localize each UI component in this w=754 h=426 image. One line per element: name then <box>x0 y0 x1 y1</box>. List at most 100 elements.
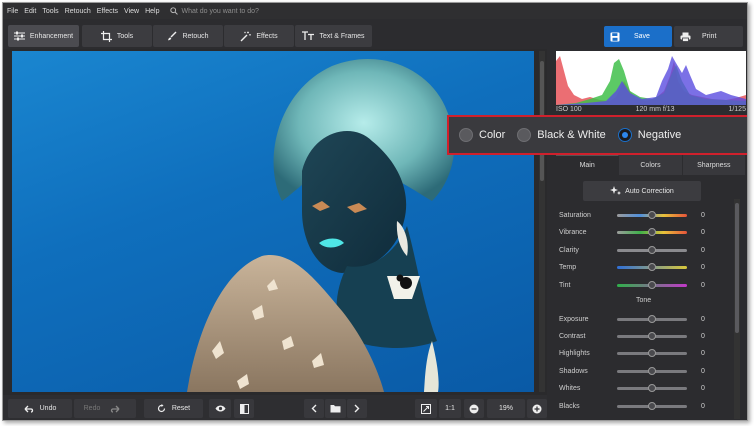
previous-image-button[interactable] <box>304 399 324 418</box>
panel-scrollbar[interactable] <box>734 199 740 419</box>
slider-handle[interactable] <box>648 228 656 236</box>
redo-button[interactable]: Redo <box>74 399 136 418</box>
folder-icon <box>330 405 341 413</box>
slider-handle[interactable] <box>648 263 656 271</box>
slider-handle[interactable] <box>648 366 656 375</box>
menu-help[interactable]: Help <box>145 8 159 15</box>
reset-button[interactable]: Reset <box>144 399 203 418</box>
next-image-button[interactable] <box>347 399 367 418</box>
save-button[interactable]: Save <box>604 26 672 47</box>
slider-vibrance[interactable]: Vibrance 0 <box>559 228 739 238</box>
reset-label: Reset <box>171 405 191 412</box>
undo-icon <box>24 405 33 413</box>
slider-handle[interactable] <box>648 280 656 289</box>
slider-value: 0 <box>701 264 705 271</box>
compare-button[interactable] <box>234 399 254 418</box>
slider-contrast[interactable]: Contrast 0 <box>559 331 739 341</box>
auto-correction-label: Auto Correction <box>625 187 674 195</box>
tab-enhancement[interactable]: Enhancement <box>8 25 79 47</box>
slider-handle[interactable] <box>648 314 656 323</box>
slider-track[interactable] <box>617 331 687 340</box>
auto-correction-button[interactable]: Auto Correction <box>583 181 701 201</box>
slider-track[interactable] <box>617 366 687 375</box>
mode-color-option[interactable]: Color <box>459 128 505 142</box>
slider-handle[interactable] <box>648 384 656 393</box>
slider-track[interactable] <box>617 245 687 254</box>
slider-shadows[interactable]: Shadows 0 <box>559 366 739 376</box>
slider-highlights[interactable]: Highlights 0 <box>559 349 739 359</box>
sliders-icon <box>13 31 25 41</box>
tab-colors[interactable]: Colors <box>619 155 683 175</box>
slider-tint[interactable]: Tint 0 <box>559 280 739 290</box>
slider-track[interactable] <box>617 210 687 219</box>
slider-label: Clarity <box>559 246 579 254</box>
slider-temp[interactable]: Temp 0 <box>559 263 739 273</box>
slider-track[interactable] <box>617 349 687 358</box>
zoom-level-field[interactable]: 19% <box>487 399 525 418</box>
tab-retouch[interactable]: Retouch <box>153 25 223 47</box>
slider-clarity[interactable]: Clarity 0 <box>559 245 739 255</box>
slider-track[interactable] <box>617 401 687 410</box>
search-placeholder: What do you want to do? <box>181 7 259 15</box>
slider-handle[interactable] <box>648 349 656 358</box>
mode-black-white-label: Black & White <box>537 129 606 141</box>
menu-effects[interactable]: Effects <box>97 8 118 15</box>
fit-to-screen-button[interactable] <box>415 399 437 418</box>
canvas-area[interactable] <box>3 49 547 395</box>
photo-canvas[interactable] <box>12 51 534 392</box>
mode-negative-radio[interactable] <box>617 128 632 142</box>
slider-track[interactable] <box>617 280 687 289</box>
mode-negative-option[interactable]: Negative <box>617 128 681 142</box>
chevron-left-icon <box>311 404 317 413</box>
slider-handle[interactable] <box>648 401 656 410</box>
tab-sharpness[interactable]: Sharpness <box>682 155 746 175</box>
panel-scrollbar-thumb[interactable] <box>735 203 739 333</box>
slider-label: Whites <box>559 385 581 393</box>
mode-color-radio[interactable] <box>459 128 473 142</box>
slider-handle[interactable] <box>648 245 656 254</box>
slider-track[interactable] <box>617 263 687 271</box>
tab-enhancement-label: Enhancement <box>29 32 74 40</box>
mode-black-white-option[interactable]: Black & White <box>517 128 606 142</box>
slider-track[interactable] <box>617 314 687 323</box>
canvas-vertical-scrollbar[interactable] <box>539 51 545 392</box>
menu-retouch[interactable]: Retouch <box>65 8 91 15</box>
zoom-in-button[interactable] <box>527 399 547 418</box>
slider-exposure[interactable]: Exposure 0 <box>559 314 739 324</box>
zoom-level-value: 19% <box>498 405 513 412</box>
slider-handle[interactable] <box>648 331 656 340</box>
menu-edit[interactable]: Edit <box>24 8 36 15</box>
slider-whites[interactable]: Whites 0 <box>559 384 739 394</box>
histogram <box>556 51 746 105</box>
actual-size-button[interactable]: 1:1 <box>439 399 461 418</box>
open-folder-button[interactable] <box>325 399 346 418</box>
slider-track[interactable] <box>617 228 687 236</box>
menu-file[interactable]: File <box>7 8 18 15</box>
tab-tools-label: Tools <box>116 32 134 40</box>
slider-handle[interactable] <box>648 210 656 219</box>
tab-text-frames[interactable]: Text & Frames <box>295 25 372 47</box>
printer-icon <box>680 32 691 42</box>
redo-label: Redo <box>83 405 101 412</box>
mode-black-white-radio[interactable] <box>517 128 532 142</box>
tab-tools[interactable]: Tools <box>82 25 152 47</box>
slider-blacks[interactable]: Blacks 0 <box>559 401 739 411</box>
zoom-out-button[interactable] <box>464 399 484 418</box>
slider-label: Highlights <box>559 350 590 358</box>
preview-button[interactable] <box>209 399 231 418</box>
menu-tools[interactable]: Tools <box>42 8 58 15</box>
tab-main[interactable]: Main <box>556 155 620 175</box>
print-button[interactable]: Print <box>674 26 743 47</box>
undo-button[interactable]: Undo <box>8 399 72 418</box>
slider-track[interactable] <box>617 384 687 393</box>
slider-value: 0 <box>701 367 705 375</box>
zoom-out-icon <box>469 404 479 413</box>
search-box[interactable]: What do you want to do? <box>169 7 259 15</box>
search-icon <box>169 7 178 15</box>
slider-saturation[interactable]: Saturation 0 <box>559 210 739 220</box>
menu-view[interactable]: View <box>124 8 139 15</box>
slider-label: Shadows <box>559 367 588 375</box>
zoom-in-icon <box>532 404 542 413</box>
actual-size-label: 1:1 <box>445 405 455 412</box>
tab-effects[interactable]: Effects <box>224 25 294 47</box>
